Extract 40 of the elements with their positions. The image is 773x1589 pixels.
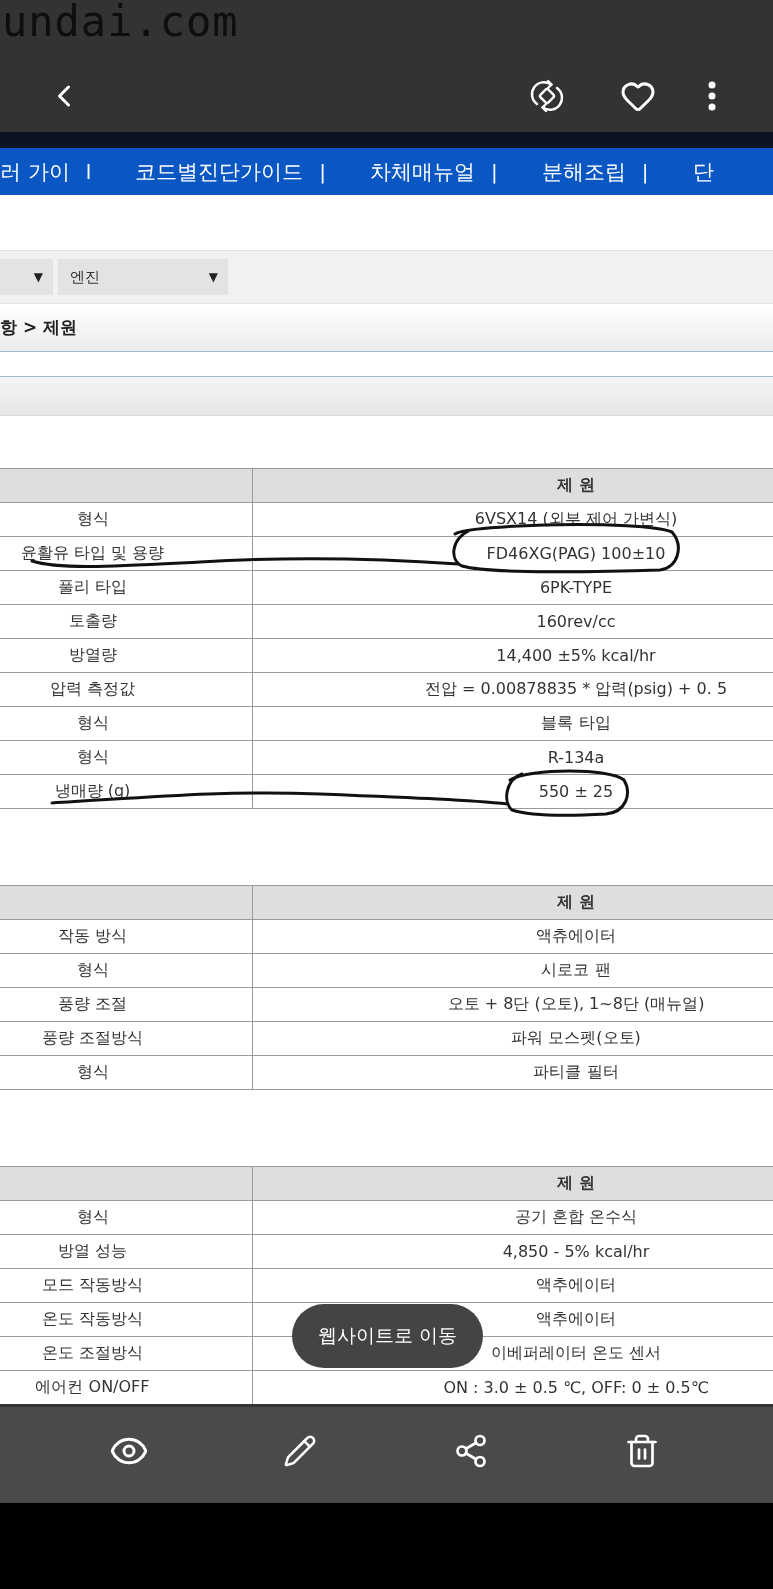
table-cell: 풀리 타입 <box>0 570 253 605</box>
dropdown[interactable]: 엔진 ▼ <box>58 259 228 295</box>
table-cell: 방열 성능 <box>0 1234 253 1269</box>
caret-icon: ▼ <box>33 270 43 284</box>
table-cell: 모드 작동방식 <box>0 1268 253 1303</box>
pencil-icon <box>283 1434 317 1468</box>
nav-divider: | <box>491 159 498 184</box>
nav-link[interactable]: 단 <box>692 157 714 186</box>
table-cell: 윤활유 타입 및 용량 <box>0 536 253 571</box>
header-cell: 제 원 <box>252 885 773 920</box>
table-cell: 풍량 조절방식 <box>0 1021 253 1056</box>
caret-icon: ▼ <box>208 270 218 284</box>
nav-divider: l <box>85 159 92 184</box>
more-icon <box>708 81 716 111</box>
nav-divider: | <box>319 159 326 184</box>
nav-link[interactable]: 러 가이 <box>0 157 70 186</box>
table-cell: 형식 <box>0 953 253 988</box>
trash-icon <box>624 1433 660 1469</box>
toast[interactable]: 웹사이트로 이동 <box>292 1304 483 1368</box>
table-cell: 온도 조절방식 <box>0 1336 253 1371</box>
nav-link[interactable]: 차체매뉴얼 <box>370 157 475 186</box>
table-cell: 형식 <box>0 706 253 741</box>
table-cell: 형식 <box>0 1055 253 1090</box>
nav-link[interactable]: 분해조립 <box>541 157 626 186</box>
table-cell: 형식 <box>0 740 253 775</box>
dropdown[interactable]: ▼ <box>0 259 53 295</box>
nav-link[interactable]: 코드별진단가이드 <box>135 157 304 186</box>
table-cell: 토출량 <box>0 604 253 639</box>
share-icon <box>453 1433 489 1469</box>
table-cell: 압력 측정값 <box>0 672 253 707</box>
table-cell: 방열량 <box>0 638 253 673</box>
table-cell: 형식 <box>0 502 253 537</box>
header-cell: 제 원 <box>252 468 773 503</box>
table-cell: 풍량 조절 <box>0 987 253 1022</box>
table-cell: 작동 방식 <box>0 919 253 954</box>
nav-divider: | <box>641 159 649 184</box>
table-cell: 형식 <box>0 1200 253 1235</box>
rotate-icon <box>529 78 565 114</box>
header-cell: 제 원 <box>252 1166 773 1201</box>
table-cell: 온도 작동방식 <box>0 1302 253 1337</box>
